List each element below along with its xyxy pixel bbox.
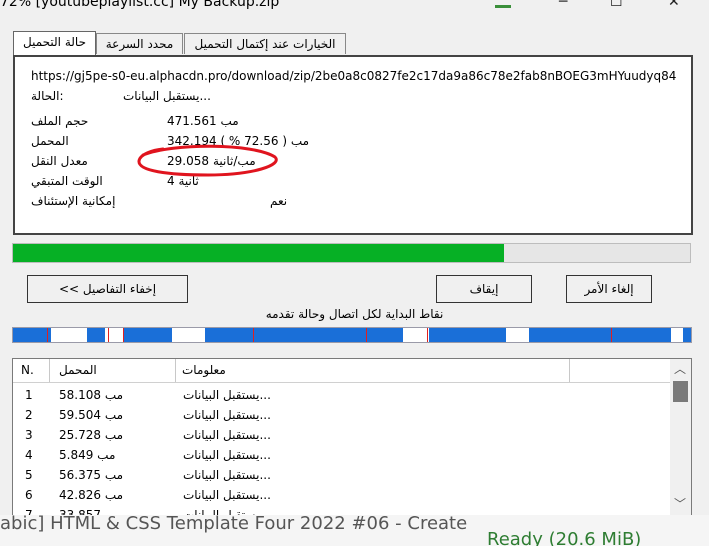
connection-info: يستقبل البيانات...	[183, 448, 271, 462]
resume-capability-label: إمكانية الإستئناف	[31, 194, 116, 208]
connection-downloaded: 59.504 مب	[59, 408, 124, 422]
connections-list-header: N. المحمل معلومات	[13, 359, 670, 383]
connection-downloaded: 58.108 مب	[59, 388, 124, 402]
connection-start-mark	[47, 328, 48, 342]
segment-gap	[506, 328, 529, 342]
file-size-label: حجم الملف	[31, 114, 89, 128]
file-size-value: 471.561 مب	[167, 114, 239, 128]
background-window: abic] HTML & CSS Template Four 2022 #06 …	[0, 515, 709, 546]
tab-download-status[interactable]: حالة التحميل	[13, 31, 96, 55]
connection-row[interactable]: 6 42.826 مب يستقبل البيانات...	[13, 485, 670, 505]
status-panel: https://gj5pe-s0-eu.alphacdn.pro/downloa…	[13, 55, 693, 235]
connection-row[interactable]: 4 5.849 مب يستقبل البيانات...	[13, 445, 670, 465]
connection-start-mark	[611, 328, 612, 342]
resume-capability-value: نعم	[270, 194, 288, 208]
connection-number: 3	[25, 428, 33, 442]
segment-gap	[172, 328, 205, 342]
connection-start-mark	[253, 328, 254, 342]
connections-list[interactable]: N. المحمل معلومات 1 58.108 مب يستقبل الب…	[12, 358, 692, 516]
segments-caption: نقاط البداية لكل اتصال وحالة تقدمه	[265, 307, 444, 321]
tab-speed-limiter[interactable]: محدد السرعة	[96, 33, 183, 54]
hide-details-button[interactable]: << إخفاء التفاصيل	[27, 275, 188, 303]
connection-start-mark	[366, 328, 367, 342]
connection-info: يستقبل البيانات...	[183, 408, 271, 422]
connection-downloaded: 42.826 مب	[59, 488, 124, 502]
connection-downloaded: 5.849 مب	[59, 448, 116, 462]
connection-downloaded: 56.375 مب	[59, 468, 124, 482]
cancel-button[interactable]: إلغاء الأمر	[566, 275, 652, 303]
connections-scrollbar[interactable]: ︿ ﹀	[670, 359, 691, 515]
minimize-button[interactable]: ─	[559, 0, 567, 10]
connection-start-mark	[108, 328, 109, 342]
segment-gap	[51, 328, 87, 342]
download-progress-fill	[13, 244, 505, 262]
connection-info: يستقبل البيانات...	[183, 468, 271, 482]
title-bar-green-mark	[495, 5, 511, 8]
connection-info: يستقبل البيانات...	[183, 488, 271, 502]
connection-start-mark	[427, 328, 428, 342]
scroll-up-icon[interactable]: ︿	[673, 361, 687, 377]
tab-completion-options[interactable]: الخيارات عند إكتمال التحميل	[184, 33, 346, 54]
connection-row[interactable]: 5 56.375 مب يستقبل البيانات...	[13, 465, 670, 485]
time-remaining-label: الوقت المتبقي	[31, 174, 103, 188]
scrollbar-thumb[interactable]	[673, 381, 688, 402]
transfer-rate-label: معدل النقل	[31, 154, 88, 168]
state-label: الحالة:	[31, 89, 64, 103]
maximize-button[interactable]: ☐	[610, 0, 623, 10]
connection-number: 2	[25, 408, 33, 422]
segment-gap	[671, 328, 683, 342]
red-annotation-circle	[137, 144, 278, 177]
pause-button[interactable]: إيقاف	[436, 275, 532, 303]
connection-number: 5	[25, 468, 33, 482]
window-title: 72% [youtubeplaylist.cc] My Backup.zip	[0, 0, 280, 10]
connection-number: 1	[25, 388, 33, 402]
connection-segments-bar	[12, 327, 692, 343]
background-status-text: Ready (20.6 MiB)	[487, 529, 642, 546]
title-bar[interactable]: 72% [youtubeplaylist.cc] My Backup.zip ─…	[0, 0, 709, 22]
column-header-info[interactable]: معلومات	[177, 359, 570, 382]
segment-gap	[403, 328, 429, 342]
state-value: يستقبل البيانات...	[123, 89, 211, 103]
connection-row[interactable]: 2 59.504 مب يستقبل البيانات...	[13, 405, 670, 425]
connection-number: 6	[25, 488, 33, 502]
connection-info: يستقبل البيانات...	[183, 428, 271, 442]
column-header-number[interactable]: N.	[13, 359, 50, 382]
downloaded-label: المحمل	[31, 134, 69, 148]
connection-info: يستقبل البيانات...	[183, 388, 271, 402]
download-progress-bar	[12, 243, 691, 263]
connection-downloaded: 25.728 مب	[59, 428, 124, 442]
connection-start-mark	[123, 328, 124, 342]
connection-row[interactable]: 3 25.728 مب يستقبل البيانات...	[13, 425, 670, 445]
download-url: https://gj5pe-s0-eu.alphacdn.pro/downloa…	[31, 69, 676, 83]
connection-number: 4	[25, 448, 33, 462]
close-button[interactable]: ✕	[668, 0, 680, 10]
connection-row[interactable]: 1 58.108 مب يستقبل البيانات...	[13, 385, 670, 405]
scroll-down-icon[interactable]: ﹀	[673, 496, 687, 512]
background-video-title: abic] HTML & CSS Template Four 2022 #06 …	[0, 515, 468, 534]
column-header-downloaded[interactable]: المحمل	[51, 359, 176, 382]
download-dialog: حالة التحميل محدد السرعة الخيارات عند إك…	[0, 22, 709, 516]
